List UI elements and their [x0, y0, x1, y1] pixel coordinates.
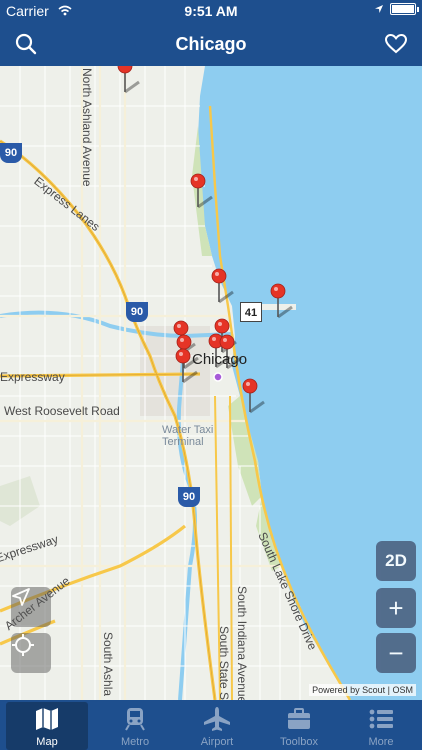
- navigate-button[interactable]: [11, 587, 51, 627]
- map-pin-highlight: [194, 177, 198, 181]
- map-pin-head[interactable]: [242, 378, 258, 394]
- current-location-dot: [213, 372, 223, 382]
- street-label-expressway-west: Expressway: [0, 370, 65, 384]
- tab-more[interactable]: More: [340, 700, 422, 750]
- nav-bar: Chicago: [0, 22, 422, 66]
- street-label-indiana: South Indiana Avenue: [235, 586, 249, 700]
- map-pin-head[interactable]: [190, 173, 206, 189]
- map-pin-highlight: [177, 324, 181, 328]
- list-icon: [366, 704, 396, 734]
- street-label-ashland: North Ashland Avenue: [80, 68, 94, 187]
- tab-airport[interactable]: Airport: [176, 700, 258, 750]
- map-pin-head[interactable]: [214, 318, 230, 334]
- map-pin-highlight: [180, 338, 184, 342]
- map-pin-head[interactable]: [211, 268, 227, 284]
- recenter-button[interactable]: [11, 633, 51, 673]
- interstate-shield-90-south: 90: [178, 487, 200, 507]
- interstate-shield-90-center: 90: [126, 302, 148, 322]
- label-water-taxi: Water Taxi Terminal: [162, 424, 214, 448]
- toolbox-icon: [284, 704, 314, 734]
- battery-fill: [392, 5, 414, 13]
- map-pin-head[interactable]: [270, 283, 286, 299]
- app-screen: Carrier 9:51 AM Chicago North Ashland Av…: [0, 0, 422, 750]
- search-icon: [15, 33, 37, 55]
- zoom-in-label: +: [388, 592, 404, 623]
- tab-map[interactable]: Map: [6, 702, 88, 750]
- status-right: [374, 3, 419, 15]
- train-icon: [120, 704, 150, 734]
- route-shield-41: 41: [240, 302, 262, 322]
- map-pin-head[interactable]: [173, 320, 189, 336]
- heart-icon: [385, 34, 407, 54]
- tab-toolbox[interactable]: Toolbox: [258, 700, 340, 750]
- tab-metro[interactable]: Metro: [94, 700, 176, 750]
- map-pin-head[interactable]: [175, 348, 191, 364]
- tab-more-label: More: [368, 736, 394, 748]
- map-attribution[interactable]: Powered by Scout | OSM: [309, 684, 416, 696]
- zoom-out-label: −: [388, 637, 404, 668]
- zoom-out-button[interactable]: −: [376, 633, 416, 673]
- airplane-icon: [202, 704, 232, 734]
- map-pin-highlight: [246, 382, 250, 386]
- battery-icon: [390, 3, 419, 15]
- street-label-state: South State St: [217, 626, 231, 700]
- interstate-shield-90-north: 90: [0, 143, 22, 163]
- map-pin-highlight: [274, 287, 278, 291]
- tab-map-label: Map: [36, 736, 58, 748]
- street-label-ashland-south: South Ashla: [101, 632, 115, 697]
- favorite-button[interactable]: [382, 30, 410, 58]
- status-bar: Carrier 9:51 AM: [0, 0, 422, 22]
- zoom-in-button[interactable]: +: [376, 588, 416, 628]
- map-pin-head[interactable]: [176, 334, 192, 350]
- navigation-arrow-icon: [12, 588, 30, 606]
- page-title: Chicago: [175, 34, 247, 54]
- city-label: Chicago: [192, 351, 248, 368]
- tab-bar: Map Metro Airport Toolbox More: [0, 700, 422, 750]
- map-pin-highlight: [215, 272, 219, 276]
- clock: 9:51 AM: [184, 3, 238, 19]
- map-icon: [32, 704, 62, 734]
- tab-airport-label: Airport: [200, 736, 234, 748]
- map-pin-highlight: [212, 337, 216, 341]
- location-arrow-icon: [375, 5, 383, 13]
- tab-metro-label: Metro: [120, 736, 150, 748]
- search-button[interactable]: [12, 30, 40, 58]
- map-mode-label: 2D: [385, 551, 407, 570]
- street-label-roosevelt: West Roosevelt Road: [4, 404, 120, 418]
- map-pin-highlight: [223, 338, 227, 342]
- map-pin-highlight: [179, 352, 183, 356]
- map-pin-head[interactable]: [219, 334, 235, 350]
- loop-district: [140, 326, 210, 416]
- map-view[interactable]: North Ashland Avenue Express Lanes West …: [0, 66, 422, 700]
- tab-toolbox-label: Toolbox: [280, 736, 318, 748]
- map-mode-button[interactable]: 2D: [376, 541, 416, 581]
- crosshair-icon: [12, 634, 34, 656]
- map-pin-highlight: [218, 322, 222, 326]
- map-pin-shadow: [124, 80, 140, 94]
- map-pin[interactable]: [117, 66, 140, 94]
